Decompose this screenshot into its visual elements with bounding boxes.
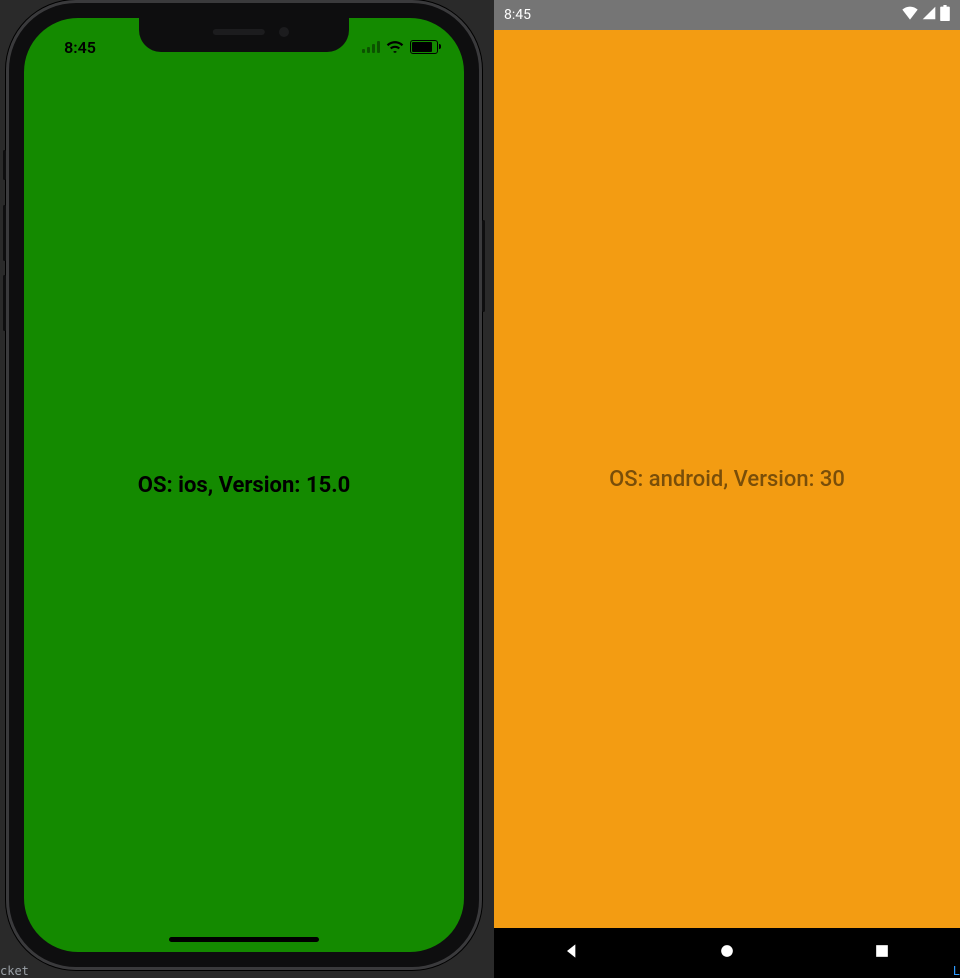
ios-status-time: 8:45 [50, 38, 110, 57]
ide-text-fragment-right: L [953, 964, 960, 978]
cellular-signal-icon [362, 41, 380, 53]
ios-volume-up-button[interactable] [3, 205, 6, 261]
android-app-content: OS: android, Version: 30 [494, 30, 960, 928]
ios-app-content: OS: ios, Version: 15.0 [24, 18, 464, 952]
ios-screen: 8:45 OS: ios, Version: 15.0 [24, 18, 464, 952]
ios-volume-down-button[interactable] [3, 275, 6, 331]
android-os-version-label: OS: android, Version: 30 [609, 467, 845, 492]
android-navigation-bar [494, 928, 960, 978]
ios-power-button[interactable] [482, 220, 485, 312]
android-home-button[interactable] [717, 941, 737, 965]
ios-os-version-label: OS: ios, Version: 15.0 [138, 473, 350, 498]
android-status-time: 8:45 [504, 7, 531, 23]
ios-notch [139, 18, 349, 52]
ios-device-frame: 8:45 OS: ios, Version: 15.0 [6, 0, 482, 970]
android-status-bar: 8:45 [494, 0, 960, 30]
ide-text-fragment-left: cket [0, 964, 29, 978]
android-recents-button[interactable] [872, 941, 892, 965]
ios-front-camera [279, 27, 289, 37]
battery-icon [940, 5, 950, 25]
ios-home-indicator[interactable] [169, 937, 319, 942]
ios-mute-switch[interactable] [3, 150, 6, 180]
cellular-signal-icon [922, 6, 936, 24]
ios-speaker [213, 29, 265, 35]
android-back-button[interactable] [562, 941, 582, 965]
android-device-frame: 8:45 OS: android, Version: 30 [494, 0, 960, 978]
wifi-icon [386, 38, 404, 57]
battery-icon [410, 40, 438, 54]
wifi-icon [902, 6, 918, 24]
